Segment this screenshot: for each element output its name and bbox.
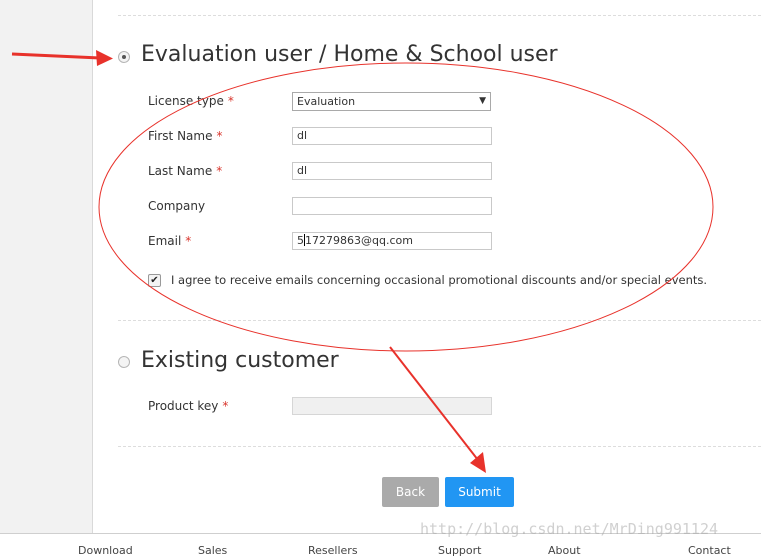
divider-middle: [118, 320, 761, 321]
product-key-input[interactable]: [292, 397, 492, 415]
divider-bottom: [118, 446, 761, 447]
email-input[interactable]: 517279863@qq.com: [292, 232, 492, 250]
watermark: http://blog.csdn.net/MrDing991124: [420, 520, 719, 538]
dropdown-arrow-icon: ▼: [479, 96, 486, 106]
first-name-label: First Name *: [148, 129, 223, 143]
company-input[interactable]: [292, 197, 492, 215]
license-type-value: Evaluation: [297, 95, 356, 108]
divider-top: [118, 15, 761, 16]
evaluation-title: Evaluation user / Home & School user: [141, 42, 558, 67]
license-type-select[interactable]: Evaluation ▼: [292, 92, 491, 111]
first-name-input[interactable]: dl: [292, 127, 492, 145]
existing-customer-radio[interactable]: [118, 356, 130, 368]
agree-text: I agree to receive emails concerning occ…: [171, 273, 708, 287]
existing-customer-title: Existing customer: [141, 348, 339, 373]
evaluation-radio[interactable]: [118, 51, 130, 63]
last-name-label: Last Name *: [148, 164, 223, 178]
last-name-input[interactable]: dl: [292, 162, 492, 180]
agree-checkbox[interactable]: ✔: [148, 274, 161, 287]
left-gutter: [0, 0, 93, 533]
email-label: Email *: [148, 234, 192, 248]
product-key-label: Product key *: [148, 399, 229, 413]
license-type-label: License type *: [148, 94, 234, 108]
submit-button[interactable]: Submit: [445, 477, 514, 507]
back-button[interactable]: Back: [382, 477, 439, 507]
company-label: Company: [148, 199, 206, 213]
